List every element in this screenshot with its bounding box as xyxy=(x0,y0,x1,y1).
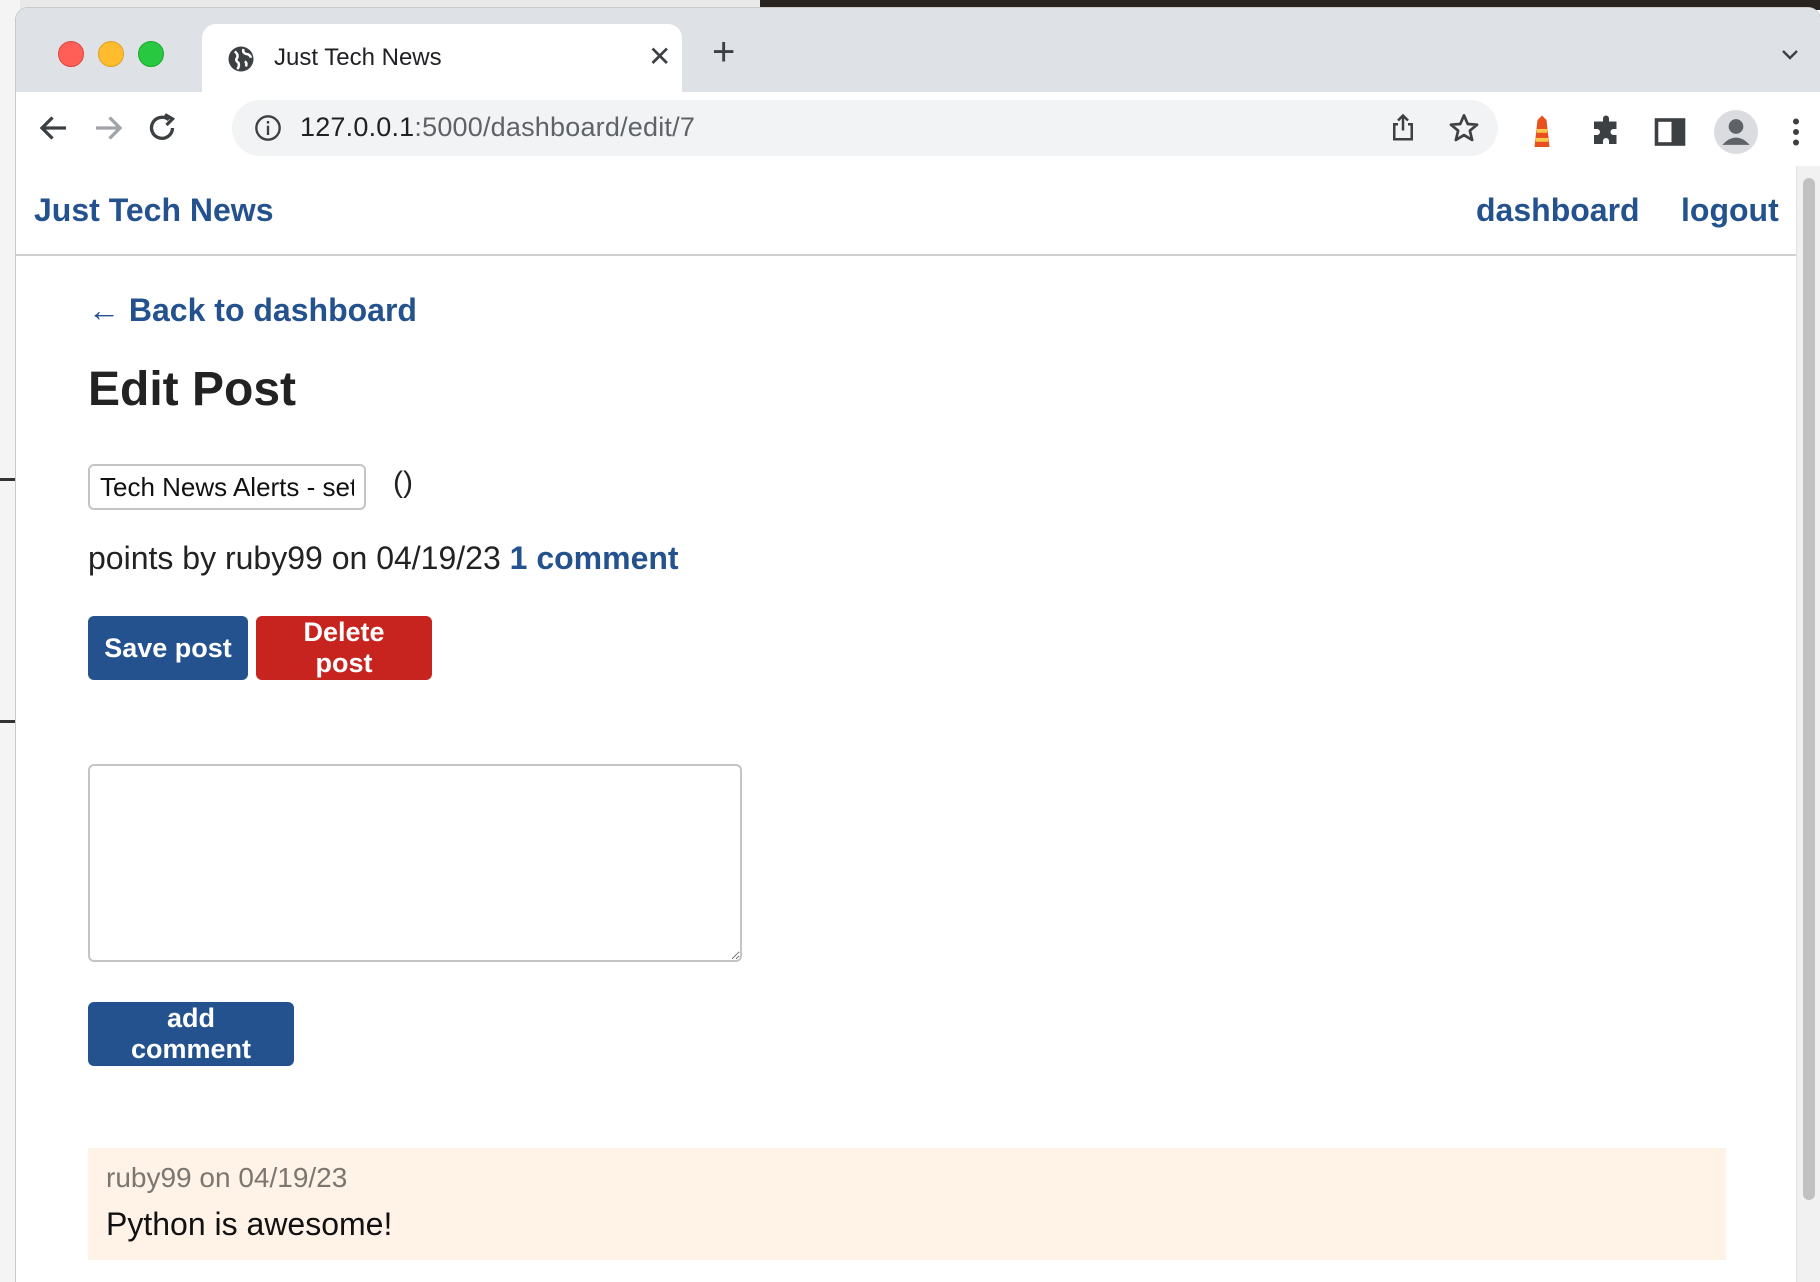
site-header: Just Tech News dashboard logout xyxy=(16,166,1796,256)
comment-textarea[interactable] xyxy=(88,764,742,962)
globe-icon xyxy=(228,46,254,72)
post-url-parens: () xyxy=(393,466,413,499)
post-meta-text: points by ruby99 on 04/19/23 xyxy=(88,540,510,576)
bookmark-star-icon[interactable] xyxy=(1448,112,1480,144)
comment-text: Python is awesome! xyxy=(106,1206,393,1242)
back-to-dashboard-link[interactable]: ← Back to dashboard xyxy=(88,292,417,329)
scrollbar-thumb[interactable] xyxy=(1803,178,1815,1200)
close-window-button[interactable] xyxy=(58,41,84,67)
side-panel-icon[interactable] xyxy=(1652,114,1688,150)
save-post-button[interactable]: Save post xyxy=(88,616,248,680)
fullscreen-window-button[interactable] xyxy=(138,41,164,67)
tab-close-icon[interactable]: ✕ xyxy=(648,42,671,72)
post-meta: points by ruby99 on 04/19/23 1 comment xyxy=(88,540,679,577)
back-arrow-icon[interactable] xyxy=(36,110,72,146)
new-tab-button[interactable]: + xyxy=(712,32,735,72)
comments-count-link[interactable]: 1 comment xyxy=(510,540,679,576)
tab-strip: Just Tech News ✕ + xyxy=(16,8,1820,92)
page-title: Edit Post xyxy=(88,363,297,416)
tab-title: Just Tech News xyxy=(274,44,442,71)
extensions-puzzle-icon[interactable] xyxy=(1588,114,1624,150)
chevron-down-icon[interactable] xyxy=(1778,42,1802,66)
site-brand-link[interactable]: Just Tech News xyxy=(34,192,273,229)
forward-arrow-icon[interactable] xyxy=(90,110,126,146)
site-info-icon[interactable] xyxy=(254,114,282,142)
share-icon[interactable] xyxy=(1388,112,1418,144)
browser-toolbar: 127.0.0.1:5000/dashboard/edit/7 xyxy=(16,92,1820,167)
minimize-window-button[interactable] xyxy=(98,41,124,67)
browser-tab[interactable]: Just Tech News ✕ xyxy=(202,24,682,92)
page-scrollbar[interactable] xyxy=(1796,166,1820,1282)
web-page: Just Tech News dashboard logout ← Back t… xyxy=(16,166,1796,1282)
browser-window: Just Tech News ✕ + 127.0.0.1:5000/dashbo… xyxy=(16,8,1820,1282)
delete-post-button[interactable]: Delete post xyxy=(256,616,432,680)
lighthouse-extension-icon[interactable] xyxy=(1524,114,1560,150)
reload-icon[interactable] xyxy=(144,110,180,146)
address-bar[interactable]: 127.0.0.1:5000/dashboard/edit/7 xyxy=(232,100,1498,156)
logout-link[interactable]: logout xyxy=(1681,192,1779,229)
post-title-input[interactable] xyxy=(88,464,366,510)
url-text[interactable]: 127.0.0.1:5000/dashboard/edit/7 xyxy=(300,112,695,143)
profile-avatar-icon[interactable] xyxy=(1714,110,1758,154)
add-comment-button[interactable]: add comment xyxy=(88,1002,294,1066)
comment-item: ruby99 on 04/19/23 Python is awesome! xyxy=(88,1148,1726,1260)
comment-meta: ruby99 on 04/19/23 xyxy=(106,1162,348,1193)
menu-kebab-icon[interactable] xyxy=(1778,114,1814,150)
dashboard-link[interactable]: dashboard xyxy=(1476,192,1640,229)
